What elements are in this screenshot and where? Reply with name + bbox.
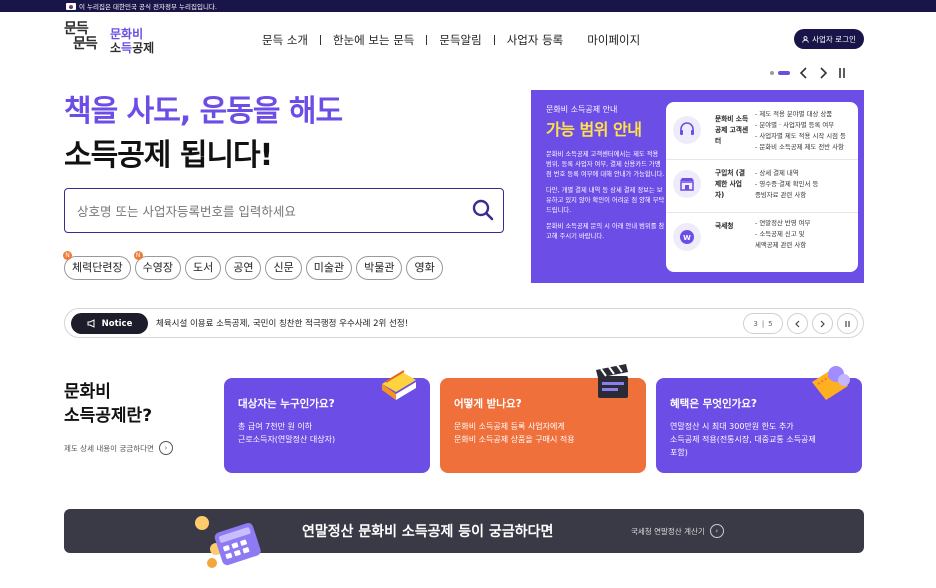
logo-mark: 문득 문득	[64, 21, 98, 52]
card-eligibility[interactable]: 대상자는 누구인가요? 총 급여 7천만 원 이하 근로소득자(연말정산 대상자…	[224, 370, 430, 473]
card-desc: 문화비 소득공제 등록 사업자에게 문화비 소득공제 상품을 구매시 적용	[454, 422, 575, 444]
tag-art-gallery[interactable]: 미술관	[305, 256, 353, 280]
card-title: 어떻게 받나요?	[454, 398, 522, 410]
site-logo[interactable]: 문득 문득 문화비 소득공제	[64, 22, 164, 62]
scope-items: - 제도 적용 분야별 대상 상품 - 분야별 · 사업자별 등록 여부 - 사…	[755, 110, 846, 151]
notice-bar: Notice 체육시설 이용료 소득공제, 국민이 칭찬한 적극행정 우수사례 …	[64, 308, 864, 338]
notice-headline[interactable]: 체육시설 이용료 소득공제, 국민이 칭찬한 적극행정 우수사례 2위 선정!	[156, 317, 408, 329]
tax-calculator-link[interactable]: 국세청 연말정산 계산기 ›	[631, 524, 724, 538]
notice-pager: 3 | 5	[743, 313, 783, 334]
ticket-icon	[812, 366, 850, 400]
scope-card: 문화비 소득공제 고객센터 - 제도 적용 분야별 대상 상품 - 분야별 · …	[666, 102, 858, 272]
hero-title: 책을 사도, 운동을 해도 소득공제 됩니다!	[64, 90, 343, 178]
panel-desc-3: 문화비 소득공제 문의 시 아래 안내 범위를 참고해 주시기 바랍니다.	[546, 223, 665, 240]
about-title: 문화비 소득공제란?	[64, 382, 153, 426]
notice-prev-button[interactable]	[787, 313, 808, 334]
gov-banner-text: 이 누리집은 대한민국 공식 전자정부 누리집입니다.	[79, 3, 217, 11]
hero-title-line2: 소득공제 됩니다!	[64, 138, 273, 173]
login-button-label: 사업자 로그인	[812, 34, 856, 44]
tag-fitness[interactable]: N 체력단련장	[63, 251, 131, 280]
scope-row-store: 구입처 (결제한 사업자) - 상세 결제 내역 - 영수증·결제 확인서 등 …	[666, 159, 858, 212]
pause-icon[interactable]	[837, 67, 847, 79]
slide-dot[interactable]	[770, 71, 774, 75]
panel-subtitle: 문화비 소득공제 안내	[546, 105, 618, 114]
svg-text:W: W	[683, 234, 691, 242]
tag-movie[interactable]: 영화	[406, 256, 443, 280]
panel-title: 가능 범위 안내	[546, 120, 642, 139]
info-cards: 대상자는 누구인가요? 총 급여 7천만 원 이하 근로소득자(연말정산 대상자…	[224, 364, 862, 473]
next-arrow-icon[interactable]	[818, 67, 828, 79]
card-title: 혜택은 무엇인가요?	[670, 398, 758, 410]
nav-item-business-register[interactable]: 사업자 등록	[495, 32, 576, 48]
tag-newspaper[interactable]: 신문	[265, 256, 302, 280]
nav-item-mypage[interactable]: 마이페이지	[575, 32, 652, 48]
arrow-right-icon: ›	[158, 441, 173, 455]
notice-pause-button[interactable]	[837, 313, 858, 334]
hero-slide-controls	[770, 66, 847, 80]
calculator-icon	[195, 516, 261, 568]
book-icon	[382, 370, 416, 400]
notice-controls: 3 | 5	[743, 313, 858, 334]
scope-items: - 연말정산 반영 여부 - 소득공제 신고 및 세액공제 관련 사항	[755, 219, 811, 249]
card-how-to[interactable]: 어떻게 받나요? 문화비 소득공제 등록 사업자에게 문화비 소득공제 상품을 …	[440, 364, 646, 473]
pager-divider: |	[761, 319, 765, 328]
search-box	[64, 188, 504, 233]
header: 문득 문득 문화비 소득공제 문득 소개 한눈에 보는 문득 문득알림 사업자 …	[0, 12, 936, 68]
logo-text: 문화비 소득공제	[110, 27, 155, 55]
search-icon[interactable]	[471, 198, 495, 222]
card-title: 대상자는 누구인가요?	[238, 398, 335, 410]
card-desc: 연말정산 시 최대 300만원 한도 추가 소득공제 적용(전통시장, 대중교통…	[670, 422, 816, 457]
slide-dot-active[interactable]	[778, 71, 790, 75]
user-icon	[802, 35, 809, 43]
new-badge: N	[133, 251, 143, 260]
chevron-right-icon	[820, 320, 825, 327]
new-badge: N	[63, 251, 72, 260]
nav-item-intro[interactable]: 문득 소개	[250, 32, 320, 48]
hero-title-line1: 책을 사도, 운동을 해도	[64, 94, 343, 129]
card-desc: 총 급여 7천만 원 이하 근로소득자(연말정산 대상자)	[238, 422, 336, 444]
megaphone-icon	[87, 319, 95, 328]
scope-row-nts: W 국세청 - 연말정산 반영 여부 - 소득공제 신고 및 세액공제 관련 사…	[666, 212, 858, 265]
tag-performance[interactable]: 공연	[225, 256, 262, 280]
tag-museum[interactable]: 박물관	[356, 256, 403, 280]
prev-arrow-icon[interactable]	[799, 67, 809, 79]
business-login-button[interactable]: 사업자 로그인	[794, 29, 864, 49]
store-icon	[673, 170, 701, 198]
main-nav: 문득 소개 한눈에 보는 문득 문득알림 사업자 등록 마이페이지	[250, 32, 652, 48]
notice-page-current: 3	[753, 319, 758, 328]
korea-flag-icon	[66, 3, 76, 10]
about-more-link[interactable]: 제도 상세 내용이 궁금하다면 ›	[64, 441, 173, 455]
nts-logo-icon: W	[673, 223, 701, 251]
arrow-right-icon: ›	[709, 524, 724, 538]
scope-info-panel: 문화비 소득공제 안내 가능 범위 안내 문화비 소득공제 고객센터에서는 제도…	[531, 90, 864, 283]
category-tags: N 체력단련장 N 수영장 도서 공연 신문 미술관 박물관 영화	[63, 251, 443, 280]
tag-books[interactable]: 도서	[184, 256, 222, 280]
gov-banner: 이 누리집은 대한민국 공식 전자정부 누리집입니다.	[0, 0, 936, 12]
notice-page-total: 5	[768, 319, 773, 328]
scope-row-callcenter: 문화비 소득공제 고객센터 - 제도 적용 분야별 대상 상품 - 분야별 · …	[666, 106, 858, 159]
clapperboard-icon	[596, 364, 628, 398]
card-benefit[interactable]: 혜택은 무엇인가요? 연말정산 시 최대 300만원 한도 추가 소득공제 적용…	[656, 366, 862, 473]
tag-swimming-pool[interactable]: N 수영장	[133, 251, 181, 280]
panel-desc-1: 문화비 소득공제 고객센터에서는 제도 적용 범위, 등록 사업자 여부, 결제…	[546, 151, 665, 178]
scope-items: - 상세 결제 내역 - 영수증·결제 확인서 등 증빙자료 관련 사항	[755, 169, 819, 199]
notice-badge: Notice	[71, 313, 148, 334]
scope-label: 국세청	[715, 222, 734, 230]
search-input[interactable]	[77, 200, 457, 222]
nav-item-notice[interactable]: 문득알림	[427, 32, 493, 48]
notice-next-button[interactable]	[812, 313, 833, 334]
scope-label: 구입처 (결제한 사업자)	[715, 169, 745, 199]
headset-icon	[673, 116, 701, 144]
nav-item-overview[interactable]: 한눈에 보는 문득	[321, 32, 426, 48]
banner-title: 연말정산 문화비 소득공제 등이 궁금하다면	[302, 524, 554, 540]
panel-desc-2: 다만, 개별 결제 내역 등 상세 결제 정보는 보유하고 있지 않아 확인이 …	[546, 187, 665, 214]
year-end-tax-banner[interactable]: 연말정산 문화비 소득공제 등이 궁금하다면 국세청 연말정산 계산기 ›	[64, 509, 864, 553]
pause-icon	[845, 320, 850, 327]
chevron-left-icon	[795, 320, 800, 327]
scope-label: 문화비 소득공제 고객센터	[715, 115, 749, 145]
